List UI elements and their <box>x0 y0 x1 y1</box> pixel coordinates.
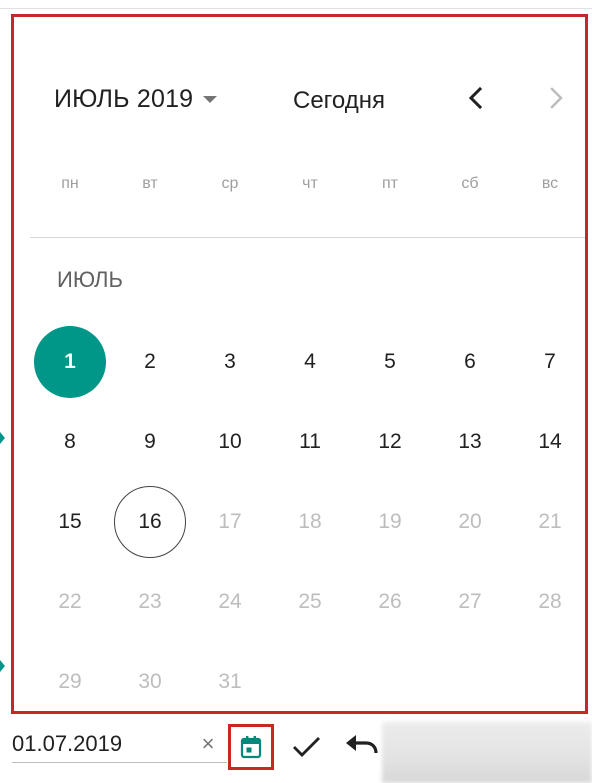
day-cell[interactable]: 11 <box>274 406 346 478</box>
row-marker <box>0 660 5 672</box>
day-cell: 24 <box>218 590 242 613</box>
check-icon <box>293 737 320 757</box>
calendar-icon <box>240 736 262 759</box>
date-picker-popup: ИЮЛЬ 2019 Сегодня пн вт ср чт пт сб вс И… <box>11 14 588 714</box>
day-cell-selected[interactable]: 1 <box>34 326 106 398</box>
day-cell: 26 <box>378 590 402 613</box>
day-cell: 23 <box>138 590 162 613</box>
blurred-region <box>382 722 592 783</box>
day-cell[interactable]: 2 <box>114 326 186 398</box>
day-cell: 21 <box>538 510 562 533</box>
day-cell[interactable]: 7 <box>514 326 585 398</box>
day-cell[interactable]: 8 <box>34 406 106 478</box>
day-cell: 18 <box>298 510 322 533</box>
day-cell: 17 <box>218 510 242 533</box>
calendar-button[interactable] <box>228 724 274 770</box>
day-cell[interactable]: 9 <box>114 406 186 478</box>
day-cell: 20 <box>458 510 482 533</box>
day-grid: 1 2 3 4 5 6 7 8 9 10 11 12 13 14 15 16 17 18 19 20 21 22 23 24 2… <box>30 17 585 711</box>
background-divider <box>0 8 592 9</box>
day-cell[interactable]: 3 <box>194 326 266 398</box>
day-cell[interactable]: 12 <box>354 406 426 478</box>
day-cell[interactable]: 10 <box>194 406 266 478</box>
day-cell: 28 <box>538 590 562 613</box>
undo-button[interactable] <box>344 731 378 761</box>
day-cell: 19 <box>378 510 402 533</box>
day-cell[interactable]: 4 <box>274 326 346 398</box>
day-cell: 29 <box>58 670 82 693</box>
day-cell: 31 <box>218 670 242 693</box>
day-cell-today[interactable]: 16 <box>114 486 186 558</box>
undo-icon <box>346 735 378 754</box>
day-cell[interactable]: 5 <box>354 326 426 398</box>
confirm-button[interactable] <box>290 731 324 761</box>
day-cell: 22 <box>58 590 82 613</box>
day-cell: 25 <box>298 590 322 613</box>
day-cell: 27 <box>458 590 482 613</box>
day-cell[interactable]: 6 <box>434 326 506 398</box>
day-cell[interactable]: 15 <box>34 486 106 558</box>
day-cell[interactable]: 14 <box>514 406 585 478</box>
clear-icon[interactable]: × <box>197 731 219 757</box>
day-cell[interactable]: 13 <box>434 406 506 478</box>
date-input[interactable] <box>12 726 227 763</box>
row-marker <box>0 432 5 444</box>
day-cell: 30 <box>138 670 162 693</box>
